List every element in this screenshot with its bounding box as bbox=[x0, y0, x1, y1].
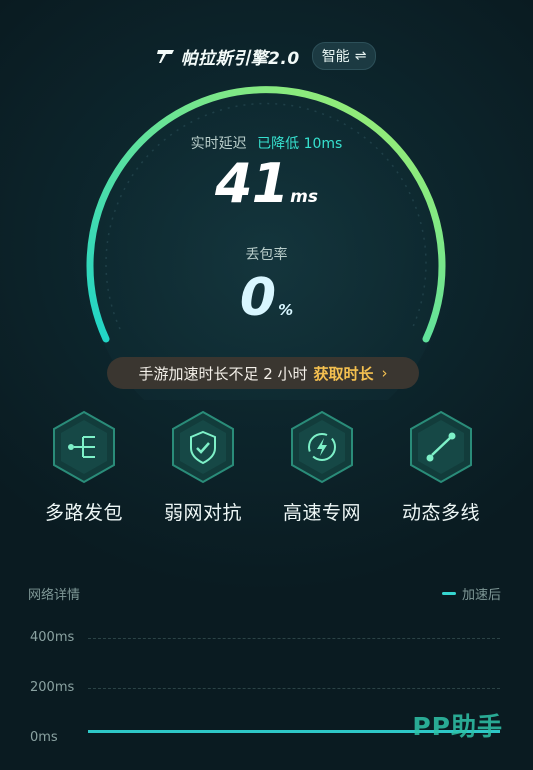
engine-logo-icon bbox=[156, 50, 174, 63]
chart-legend: 加速后 bbox=[441, 584, 501, 603]
banner-text: 手游加速时长不足 2 小时 bbox=[138, 364, 308, 383]
feature-weak-network[interactable]: 弱网对抗 bbox=[143, 410, 263, 525]
feature-dynamic-line[interactable]: 动态多线 bbox=[381, 410, 501, 525]
multipath-icon bbox=[53, 410, 115, 484]
mode-switch-button[interactable]: 智能 ⇌ bbox=[311, 42, 377, 70]
feature-multipath[interactable]: 多路发包 bbox=[24, 410, 144, 525]
grid-line bbox=[88, 688, 500, 689]
legend-label: 加速后 bbox=[461, 588, 501, 603]
duration-banner[interactable]: 手游加速时长不足 2 小时 获取时长 › bbox=[107, 357, 419, 389]
feature-label: 高速专网 bbox=[282, 502, 361, 524]
engine-name: 帕拉斯引擎2.0 bbox=[180, 48, 300, 69]
lightning-icon bbox=[291, 410, 353, 484]
chevron-right-icon: › bbox=[381, 364, 388, 382]
feature-label: 弱网对抗 bbox=[163, 502, 242, 524]
y-tick-label: 200ms bbox=[30, 680, 75, 695]
feature-label: 动态多线 bbox=[401, 502, 480, 524]
latency-unit: ms bbox=[290, 187, 318, 207]
header: 帕拉斯引擎2.0 智能 ⇌ bbox=[0, 42, 533, 70]
mode-label: 智能 bbox=[321, 49, 350, 65]
packet-loss-row: 0% bbox=[0, 268, 533, 328]
legend-swatch bbox=[441, 592, 456, 595]
feature-label: 多路发包 bbox=[44, 502, 123, 524]
latency-value: 41 bbox=[215, 152, 289, 215]
dynamic-line-icon bbox=[410, 410, 472, 484]
packet-loss-unit: % bbox=[278, 301, 294, 319]
swap-arrows-icon: ⇌ bbox=[354, 48, 367, 64]
shield-check-icon bbox=[172, 410, 234, 484]
latency-label: 实时延迟 bbox=[190, 136, 247, 152]
packet-loss-value: 0 bbox=[239, 268, 277, 328]
latency-change: 已降低 10ms bbox=[257, 136, 343, 152]
latency-value-row: 41 ms bbox=[0, 152, 533, 215]
watermark-logo: PP助手 bbox=[412, 712, 503, 741]
packet-loss-label: 丢包率 bbox=[245, 247, 288, 263]
y-tick-label: 400ms bbox=[30, 630, 75, 645]
get-duration-link[interactable]: 获取时长 bbox=[314, 363, 374, 384]
feature-high-speed[interactable]: 高速专网 bbox=[262, 410, 382, 525]
y-tick-label: 0ms bbox=[30, 730, 58, 745]
engine-title: 帕拉斯引擎2.0 bbox=[156, 44, 300, 69]
latency-row: 实时延迟 已降低 10ms bbox=[0, 133, 533, 153]
network-detail-title: 网络详情 bbox=[28, 588, 81, 603]
grid-line bbox=[88, 638, 500, 639]
